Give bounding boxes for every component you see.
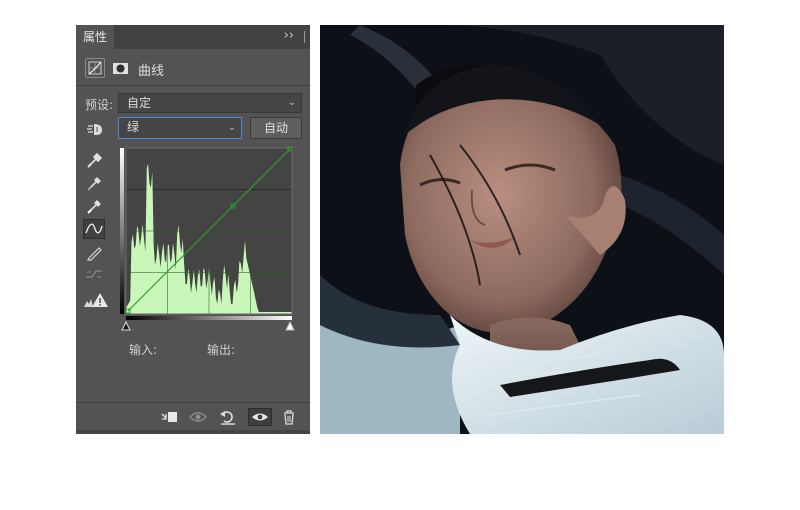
output-label: 输出: bbox=[207, 343, 236, 357]
black-point-slider[interactable] bbox=[121, 320, 131, 331]
white-point-slider[interactable] bbox=[285, 320, 295, 331]
properties-panel: 属性 ›› 曲线 预设: 自定 ⌄ 绿 ⌄ 自动 输入: 输出: bbox=[76, 25, 310, 434]
channel-select[interactable]: 绿 ⌄ bbox=[118, 117, 242, 139]
gray-point-eyedropper-icon[interactable] bbox=[83, 173, 105, 193]
pencil-tool-icon[interactable] bbox=[83, 242, 105, 262]
preset-label: 预设: bbox=[85, 98, 114, 112]
black-point-eyedropper-icon[interactable] bbox=[83, 150, 105, 170]
panel-menu-icon[interactable] bbox=[304, 31, 308, 43]
preset-select[interactable]: 自定 ⌄ bbox=[118, 93, 302, 113]
input-gradient-bar bbox=[126, 316, 292, 320]
collapse-panel-button[interactable]: ›› bbox=[284, 25, 294, 49]
panel-tab-bar: 属性 ›› bbox=[76, 25, 310, 49]
chevron-down-icon: ⌄ bbox=[287, 97, 296, 108]
clip-to-layer-icon[interactable] bbox=[160, 408, 180, 426]
channel-value: 绿 bbox=[127, 120, 140, 134]
curves-graph[interactable] bbox=[120, 146, 296, 336]
panel-resize-bar[interactable] bbox=[76, 430, 310, 434]
clipping-warning-icon[interactable] bbox=[83, 290, 109, 310]
curves-adjustment-icon[interactable] bbox=[85, 58, 105, 78]
panel-bottom-bar bbox=[76, 402, 310, 431]
preset-value: 自定 bbox=[127, 96, 152, 110]
chevron-down-icon: ⌄ bbox=[227, 122, 236, 133]
curve-point-tool-icon[interactable] bbox=[83, 219, 105, 239]
on-image-adjust-icon[interactable] bbox=[83, 119, 105, 139]
white-point-eyedropper-icon[interactable] bbox=[83, 196, 105, 216]
tab-properties[interactable]: 属性 bbox=[76, 25, 114, 49]
output-gradient-bar bbox=[120, 148, 124, 314]
smooth-curve-icon bbox=[83, 264, 105, 284]
view-previous-state-icon[interactable] bbox=[188, 408, 208, 426]
auto-button[interactable]: 自动 bbox=[250, 117, 302, 139]
reset-icon[interactable] bbox=[218, 408, 238, 426]
divider bbox=[76, 85, 310, 86]
visibility-eye-icon[interactable] bbox=[248, 408, 272, 426]
mask-icon[interactable] bbox=[110, 58, 130, 78]
delete-icon[interactable] bbox=[279, 408, 299, 426]
document-image-preview bbox=[320, 25, 724, 434]
input-label: 输入: bbox=[129, 343, 158, 357]
panel-title: 曲线 bbox=[138, 64, 165, 79]
